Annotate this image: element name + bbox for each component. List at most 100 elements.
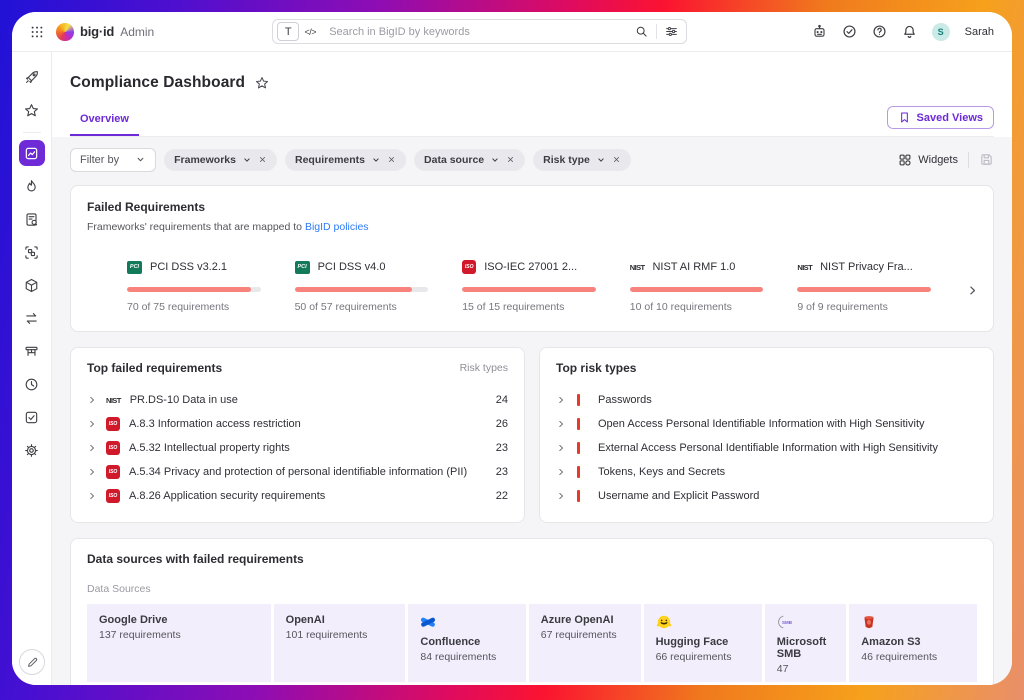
framework-card[interactable]: NISTNIST AI RMF 1.0 10 of 10 requirement…: [630, 258, 764, 313]
edit-dashboard-button[interactable]: [19, 649, 45, 675]
risk-severity-bar: [577, 394, 580, 406]
filter-chip-requirements[interactable]: Requirements: [285, 149, 406, 171]
help-icon[interactable]: [872, 24, 887, 39]
data-source-tile-confluence[interactable]: Confluence 84 requirements: [408, 604, 525, 682]
risk-type-row[interactable]: External Access Personal Identifiable In…: [556, 436, 977, 460]
data-source-tile-hugging-face[interactable]: Hugging Face 66 requirements: [644, 604, 762, 682]
chevron-right-icon[interactable]: [87, 419, 97, 429]
risk-type-row[interactable]: Tokens, Keys and Secrets: [556, 460, 977, 484]
framework-name: PCI DSS v4.0: [318, 261, 386, 273]
chevron-down-icon[interactable]: [490, 155, 500, 165]
advanced-search-icon[interactable]: [665, 25, 678, 38]
data-source-tile-amazon-s3[interactable]: Amazon S3 46 requirements: [849, 604, 977, 682]
chevron-right-icon[interactable]: [87, 467, 97, 477]
carousel-next-chevron-icon[interactable]: [966, 284, 979, 297]
data-source-tile-google-drive[interactable]: Google Drive 137 requirements: [87, 604, 271, 682]
chevron-right-icon[interactable]: [87, 443, 97, 453]
sidebar-item-favorites[interactable]: [19, 97, 45, 123]
chevron-right-icon[interactable]: [556, 395, 566, 405]
chevron-right-icon[interactable]: [87, 395, 97, 405]
data-source-name: Confluence: [420, 636, 513, 648]
requirement-row[interactable]: ISO A.5.32 Intellectual property rights …: [87, 436, 508, 460]
widgets-label: Widgets: [918, 154, 958, 166]
sidebar-item-policies[interactable]: [19, 404, 45, 430]
close-icon[interactable]: [612, 155, 621, 164]
data-source-tile-openai[interactable]: OpenAI 101 requirements: [274, 604, 406, 682]
requirement-row[interactable]: ISO A.8.3 Information access restriction…: [87, 412, 508, 436]
chevron-right-icon[interactable]: [556, 443, 566, 453]
framework-card[interactable]: ISOISO-IEC 27001 2... 15 of 15 requireme…: [462, 258, 596, 313]
requirement-label: PR.DS-10 Data in use: [130, 394, 238, 406]
framework-name: PCI DSS v3.2.1: [150, 261, 227, 273]
bigid-policies-link[interactable]: BigID policies: [305, 221, 369, 233]
tasks-check-icon[interactable]: [842, 24, 857, 39]
search-input[interactable]: [321, 26, 635, 38]
progress-label: 10 of 10 requirements: [630, 301, 764, 313]
sidebar-item-reports[interactable]: [19, 206, 45, 232]
filter-chip-risk-type[interactable]: Risk type: [533, 149, 631, 171]
requirement-row[interactable]: ISO A.5.34 Privacy and protection of per…: [87, 460, 508, 484]
chevron-down-icon[interactable]: [242, 155, 252, 165]
requirement-row[interactable]: NIST PR.DS-10 Data in use 24: [87, 388, 508, 412]
favorite-star-icon[interactable]: [255, 76, 269, 90]
assistant-bot-icon[interactable]: [812, 24, 827, 39]
sidebar-item-dashboard[interactable]: [19, 140, 45, 166]
data-sources-card: Data sources with failed requirements Da…: [70, 538, 994, 685]
user-name[interactable]: Sarah: [965, 26, 994, 38]
sidebar-item-classification[interactable]: [19, 239, 45, 265]
sidebar-item-data-flows[interactable]: [19, 305, 45, 331]
chip-label: Risk type: [543, 154, 590, 166]
saved-views-button[interactable]: Saved Views: [887, 106, 994, 129]
close-icon[interactable]: [258, 155, 267, 164]
chevron-down-icon[interactable]: [596, 155, 606, 165]
filter-chip-frameworks[interactable]: Frameworks: [164, 149, 277, 171]
filter-chip-data-source[interactable]: Data source: [414, 149, 525, 171]
save-view-icon[interactable]: [979, 152, 994, 167]
sidebar-item-inventory[interactable]: [19, 272, 45, 298]
user-avatar[interactable]: S: [932, 23, 950, 41]
tab-overview[interactable]: Overview: [70, 107, 139, 136]
framework-card[interactable]: PCIPCI DSS v3.2.1 70 of 75 requirements: [127, 258, 261, 313]
chevron-down-icon: [135, 154, 146, 165]
search-icon[interactable]: [635, 25, 648, 38]
widgets-button[interactable]: Widgets: [898, 153, 958, 167]
chevron-right-icon[interactable]: [556, 419, 566, 429]
search-text-mode-button[interactable]: T: [277, 22, 299, 41]
data-source-tile-azure-openai[interactable]: Azure OpenAI 67 requirements: [529, 604, 641, 682]
brand[interactable]: big·id Admin: [56, 23, 154, 41]
risk-type-count: 24: [496, 394, 508, 406]
saved-views-label: Saved Views: [917, 112, 983, 124]
data-source-name: Microsoft SMB: [777, 636, 834, 660]
chevron-right-icon[interactable]: [556, 467, 566, 477]
notifications-bell-icon[interactable]: [902, 24, 917, 39]
data-source-tile-microsoft-smb[interactable]: Microsoft SMB 47: [765, 604, 846, 682]
chevron-right-icon[interactable]: [87, 491, 97, 501]
iso-logo-icon: ISO: [106, 417, 120, 431]
framework-card[interactable]: NISTNIST Privacy Fra... 9 of 9 requireme…: [797, 258, 931, 313]
data-source-detail: 46 requirements: [861, 651, 965, 663]
sidebar-item-settings[interactable]: [19, 437, 45, 463]
search-code-mode-button[interactable]: </>: [299, 22, 321, 41]
chip-label: Frameworks: [174, 154, 236, 166]
risk-type-row[interactable]: Username and Explicit Password: [556, 484, 977, 508]
data-source-name: Amazon S3: [861, 636, 965, 648]
sidebar-item-data-activity[interactable]: [19, 173, 45, 199]
sidebar-item-activity-log[interactable]: [19, 371, 45, 397]
filter-by-dropdown[interactable]: Filter by: [70, 148, 156, 172]
app-grid-icon[interactable]: [30, 25, 44, 39]
chevron-down-icon[interactable]: [371, 155, 381, 165]
framework-card[interactable]: PCIPCI DSS v4.0 50 of 57 requirements: [295, 258, 429, 313]
left-sidebar: [12, 52, 52, 685]
chevron-right-icon[interactable]: [556, 491, 566, 501]
risk-type-row[interactable]: Open Access Personal Identifiable Inform…: [556, 412, 977, 436]
requirement-row[interactable]: ISO A.8.26 Application security requirem…: [87, 484, 508, 508]
sidebar-item-data-map[interactable]: [19, 338, 45, 364]
close-icon[interactable]: [506, 155, 515, 164]
risk-type-row[interactable]: Passwords: [556, 388, 977, 412]
data-source-detail: 67 requirements: [541, 629, 629, 641]
risk-severity-bar: [577, 466, 580, 478]
global-search-bar: T </>: [272, 19, 687, 44]
close-icon[interactable]: [387, 155, 396, 164]
data-sources-group-label: Data Sources: [87, 583, 977, 595]
sidebar-item-getting-started[interactable]: [19, 64, 45, 90]
